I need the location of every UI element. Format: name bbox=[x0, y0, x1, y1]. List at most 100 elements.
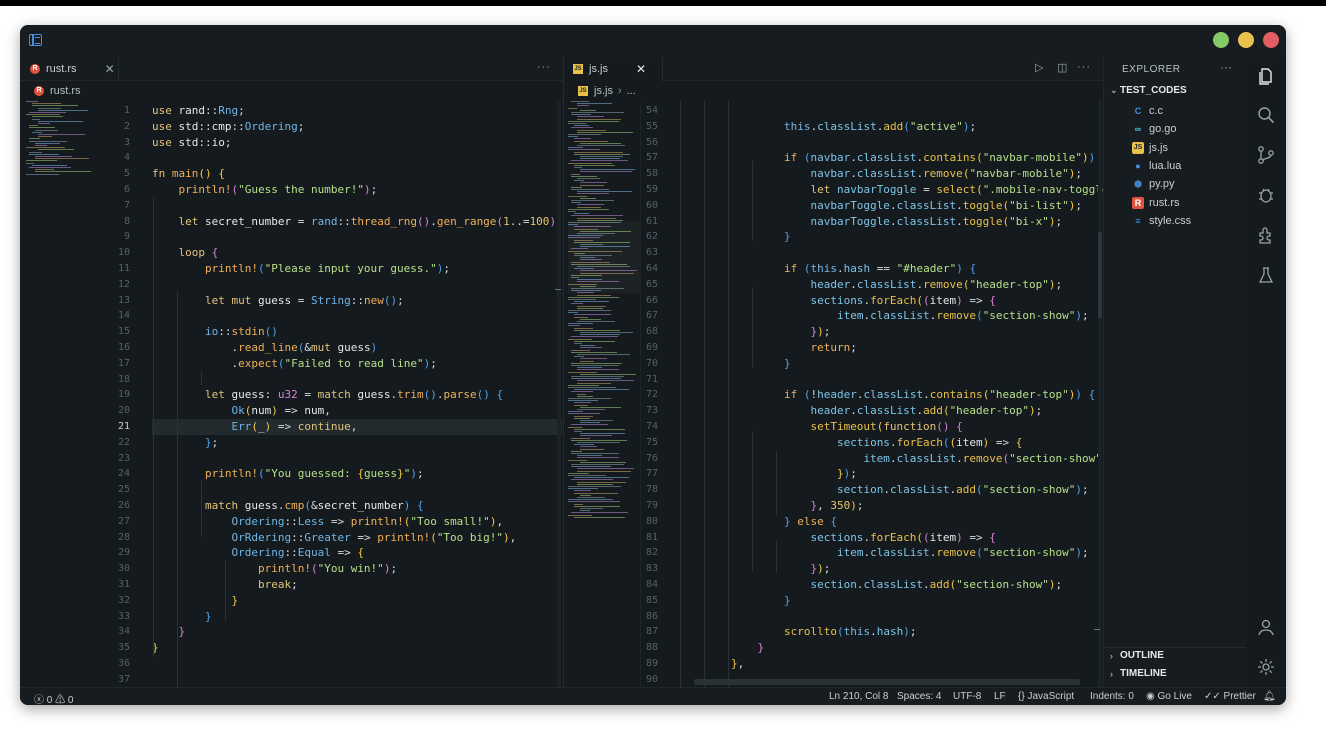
code-line[interactable]: let navbarToggle = select(".mobile-nav-t… bbox=[678, 182, 1128, 198]
code-line[interactable]: use std::io; bbox=[152, 135, 232, 151]
code-line[interactable]: println!("You guessed: {guess}"); bbox=[152, 466, 424, 482]
code-line[interactable]: section.classList.add("section-show"); bbox=[678, 577, 1062, 593]
file-item[interactable]: JS js.js bbox=[1132, 140, 1168, 156]
code-line[interactable]: match guess.cmp(&secret_number) { bbox=[152, 498, 424, 514]
code-line[interactable]: item.classList.remove("section-show"); bbox=[678, 308, 1089, 324]
more-actions-icon[interactable]: ··· bbox=[537, 61, 551, 73]
go-live-button[interactable]: ◉ Go Live bbox=[1146, 691, 1192, 702]
code-line[interactable]: header.classList.remove("header-top"); bbox=[678, 277, 1062, 293]
indentation-spaces[interactable]: Spaces: 4 bbox=[897, 691, 941, 702]
code-line[interactable]: }); bbox=[678, 561, 830, 577]
code-line[interactable]: use std::cmp::Ordering; bbox=[152, 119, 304, 135]
code-line[interactable]: setTimeout(function() { bbox=[678, 419, 962, 435]
code-line[interactable]: item.classList.remove("section-show"); bbox=[678, 451, 1115, 467]
code-line[interactable]: Ordering::Less => println!("Too small!")… bbox=[152, 514, 503, 530]
code-line[interactable]: OrRdering::Greater => println!("Too big!… bbox=[152, 530, 516, 546]
code-line[interactable]: let mut guess = String::new(); bbox=[152, 293, 404, 309]
code-line[interactable]: Err(_) => continue, bbox=[152, 419, 357, 435]
account-icon[interactable] bbox=[1256, 617, 1276, 637]
code-line[interactable]: } bbox=[152, 609, 212, 625]
timeline-section[interactable]: › TIMELINE bbox=[1110, 668, 1167, 679]
code-line[interactable]: }); bbox=[678, 324, 830, 340]
code-line[interactable]: this.classList.add("active"); bbox=[678, 119, 976, 135]
js-minimap[interactable] bbox=[568, 101, 640, 521]
close-icon[interactable]: ✕ bbox=[636, 62, 646, 76]
search-icon[interactable] bbox=[1256, 105, 1276, 125]
code-line[interactable]: sections.forEach((item) => { bbox=[678, 530, 995, 546]
rust-scrollbar[interactable] bbox=[557, 101, 561, 687]
code-line[interactable]: println!("You win!"); bbox=[152, 561, 397, 577]
debug-icon[interactable] bbox=[1256, 185, 1276, 205]
code-line[interactable]: if (!header.classList.contains("header-t… bbox=[678, 387, 1095, 403]
code-line[interactable]: header.classList.add("header-top"); bbox=[678, 403, 1042, 419]
more-actions-icon[interactable]: ··· bbox=[1220, 60, 1232, 74]
code-line[interactable]: use rand::Rng; bbox=[152, 103, 245, 119]
code-line[interactable]: scrollto(this.hash); bbox=[678, 624, 916, 640]
code-line[interactable]: } bbox=[678, 640, 764, 656]
tab-js[interactable]: JS js.js ✕ bbox=[573, 57, 646, 81]
more-actions-icon[interactable]: ··· bbox=[1077, 61, 1091, 73]
breadcrumb-more[interactable]: ... bbox=[627, 85, 636, 97]
files-icon[interactable] bbox=[1256, 66, 1276, 86]
file-item[interactable]: ∞ go.go bbox=[1132, 121, 1177, 137]
code-line[interactable]: let secret_number = rand::thread_rng().g… bbox=[152, 214, 563, 230]
language-mode[interactable]: {} JavaScript bbox=[1018, 691, 1074, 702]
code-line[interactable]: } bbox=[152, 624, 186, 640]
split-editor-icon[interactable]: ◫ bbox=[1057, 61, 1068, 74]
code-line[interactable]: println!("Please input your guess."); bbox=[152, 261, 450, 277]
rust-code-area[interactable]: 1 use rand::Rng; 2 use std::cmp::Ordering; 3… bbox=[20, 101, 563, 695]
code-line[interactable]: } else { bbox=[678, 514, 837, 530]
code-line[interactable]: section.classList.add("section-show"); bbox=[678, 482, 1089, 498]
code-line[interactable]: item.classList.remove("section-show"); bbox=[678, 545, 1089, 561]
code-line[interactable]: fn main() { bbox=[152, 166, 225, 182]
code-line[interactable]: sections.forEach((item) => { bbox=[678, 293, 995, 309]
code-line[interactable]: println!("Guess the number!"); bbox=[152, 182, 378, 198]
code-line[interactable]: io::stdin() bbox=[152, 324, 278, 340]
tab-rust[interactable]: R rust.rs ✕ bbox=[30, 57, 115, 81]
close-window-button[interactable] bbox=[1263, 32, 1279, 48]
code-line[interactable]: navbar.classList.remove("navbar-mobile")… bbox=[678, 166, 1082, 182]
horizontal-scrollbar[interactable] bbox=[694, 679, 1080, 685]
cursor-position[interactable]: Ln 210, Col 8 bbox=[829, 691, 889, 702]
minimap-viewport[interactable] bbox=[568, 221, 640, 293]
code-line[interactable]: let guess: u32 = match guess.trim().pars… bbox=[152, 387, 503, 403]
code-line[interactable]: Ok(num) => num, bbox=[152, 403, 330, 419]
notifications-bell-icon[interactable]: 🔔︎ bbox=[1263, 691, 1276, 702]
code-line[interactable]: }, bbox=[678, 656, 744, 672]
js-scrollbar-thumb[interactable] bbox=[1098, 232, 1102, 318]
code-line[interactable]: .read_line(&mut guess) bbox=[152, 340, 377, 356]
prettier-button[interactable]: ✓✓ Prettier bbox=[1204, 691, 1256, 702]
source-control-icon[interactable] bbox=[1256, 145, 1276, 165]
file-item[interactable]: ● lua.lua bbox=[1132, 158, 1181, 174]
file-item[interactable]: ≡ style.css bbox=[1132, 213, 1191, 229]
breadcrumb-item-rust[interactable]: R rust.rs bbox=[34, 85, 81, 97]
breadcrumb-item-js[interactable]: JS js.js bbox=[578, 85, 613, 97]
end-of-line[interactable]: LF bbox=[994, 691, 1006, 702]
code-line[interactable]: } bbox=[678, 229, 791, 245]
code-line[interactable]: Ordering::Equal => { bbox=[152, 545, 363, 561]
settings-gear-icon[interactable] bbox=[1256, 657, 1276, 677]
indents[interactable]: Indents: 0 bbox=[1090, 691, 1134, 702]
file-item[interactable]: Rrust.rs bbox=[1132, 195, 1180, 211]
code-line[interactable]: }, 350); bbox=[678, 498, 863, 514]
code-line[interactable]: if (navbar.classList.contains("navbar-mo… bbox=[678, 150, 1109, 166]
outline-section[interactable]: › OUTLINE bbox=[1110, 650, 1164, 661]
file-item[interactable]: Cc.c bbox=[1132, 103, 1163, 119]
js-code-area[interactable]: 54 55 this.classList.add("active"); 56 57 i… bbox=[642, 101, 1128, 687]
code-line[interactable]: navbarToggle.classList.toggle("bi-x"); bbox=[678, 214, 1062, 230]
code-line[interactable]: .expect("Failed to read line"); bbox=[152, 356, 436, 372]
minimize-button[interactable] bbox=[1238, 32, 1254, 48]
encoding[interactable]: UTF-8 bbox=[953, 691, 981, 702]
code-line[interactable]: sections.forEach((item) => { bbox=[678, 435, 1022, 451]
testing-flask-icon[interactable] bbox=[1256, 265, 1276, 285]
maximize-button[interactable] bbox=[1213, 32, 1229, 48]
code-line[interactable]: } bbox=[678, 593, 791, 609]
code-line[interactable]: } bbox=[678, 356, 791, 372]
run-icon[interactable]: ▷ bbox=[1035, 61, 1044, 74]
folder-test-codes[interactable]: ⌄ TEST_CODES bbox=[1110, 85, 1187, 96]
code-line[interactable]: navbarToggle.classList.toggle("bi-list")… bbox=[678, 198, 1082, 214]
problems-indicator[interactable]: ⓧ 0 ⚠ 0 bbox=[34, 691, 73, 705]
code-line[interactable]: if (this.hash == "#header") { bbox=[678, 261, 976, 277]
file-item[interactable]: ⬢ py.py bbox=[1132, 176, 1174, 192]
close-icon[interactable]: ✕ bbox=[105, 62, 115, 76]
